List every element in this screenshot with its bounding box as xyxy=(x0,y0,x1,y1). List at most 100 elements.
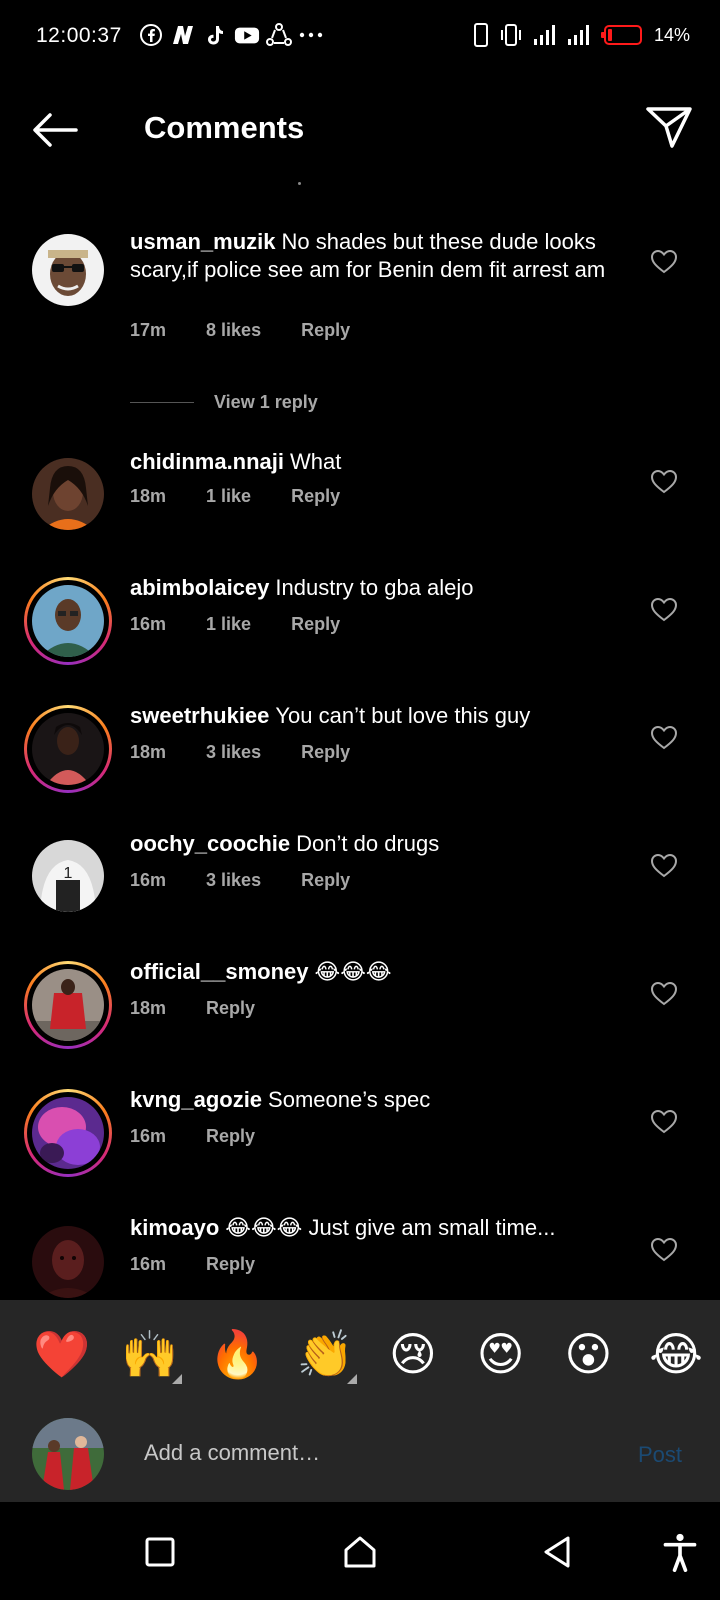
comment-username[interactable]: kvng_agozie xyxy=(130,1087,262,1112)
heart-icon[interactable] xyxy=(650,724,678,752)
reply-button[interactable]: Reply xyxy=(291,486,340,507)
my-avatar xyxy=(32,1418,104,1490)
comment-input-row: Post xyxy=(0,1408,720,1502)
comment-username[interactable]: chidinma.nnaji xyxy=(130,449,284,474)
avatar[interactable] xyxy=(24,705,112,793)
comment-likes[interactable]: 8 likes xyxy=(206,320,261,341)
arrow-left-icon xyxy=(33,113,78,147)
comment-username[interactable]: abimbolaicey xyxy=(130,575,269,600)
reply-button[interactable]: Reply xyxy=(301,742,350,763)
comment-content: 😂😂😂 xyxy=(314,959,392,984)
comment-meta: 18m 3 likes Reply xyxy=(130,742,390,763)
heart-icon[interactable] xyxy=(650,1236,678,1264)
comment-text: oochy_coochie Don’t do drugs xyxy=(130,830,610,858)
svg-text:1: 1 xyxy=(64,865,73,882)
avatar[interactable]: 1 xyxy=(24,832,112,920)
sync-icon xyxy=(266,22,292,48)
facebook-icon xyxy=(138,22,164,48)
emoji-clap-button[interactable]: 👏 xyxy=(281,1324,369,1384)
home-icon[interactable] xyxy=(340,1532,380,1572)
comment-likes[interactable]: 1 like xyxy=(206,486,251,507)
comment-username[interactable]: oochy_coochie xyxy=(130,831,290,856)
comment-input[interactable] xyxy=(144,1428,604,1478)
avatar[interactable] xyxy=(24,1218,112,1306)
heart-icon[interactable] xyxy=(650,468,678,496)
avatar[interactable] xyxy=(24,961,112,1049)
comment-text: abimbolaicey Industry to gba alejo xyxy=(130,574,610,602)
comment-username[interactable]: official__smoney xyxy=(130,959,309,984)
avatar[interactable] xyxy=(24,577,112,665)
avatar[interactable] xyxy=(24,1089,112,1177)
heart-icon[interactable] xyxy=(650,248,678,276)
n-app-icon xyxy=(170,22,196,48)
comment-content: You can’t but love this guy xyxy=(275,703,531,728)
emoji-heart-button[interactable]: ❤️ xyxy=(18,1324,106,1384)
status-right: 14% xyxy=(472,22,690,48)
system-nav-bar xyxy=(0,1502,720,1600)
reply-button[interactable]: Reply xyxy=(291,614,340,635)
comment-time: 16m xyxy=(130,1126,167,1146)
comment-text: official__smoney 😂😂😂 xyxy=(130,958,610,986)
view-replies-button[interactable]: View 1 reply xyxy=(130,392,318,413)
more-dots-icon xyxy=(298,22,324,48)
comment-username[interactable]: sweetrhukiee xyxy=(130,703,269,728)
emoji-crying-button[interactable]: 😢 xyxy=(369,1324,457,1384)
reply-button[interactable]: Reply xyxy=(301,320,350,341)
comment-meta: 16m 1 like Reply xyxy=(130,614,380,635)
emoji-laughing-button[interactable]: 😂 xyxy=(632,1324,720,1384)
tiktok-icon xyxy=(202,22,228,48)
emoji-heart-eyes-button[interactable]: 😍 xyxy=(457,1324,545,1384)
avatar[interactable] xyxy=(24,450,112,538)
scroll-indicator xyxy=(298,182,301,185)
paper-plane-icon xyxy=(646,107,692,148)
comment-likes[interactable]: 3 likes xyxy=(206,870,261,891)
comment-composer-panel: ❤️ 🙌 🔥 👏 😢 😍 😮 😂 Post xyxy=(0,1300,720,1502)
reply-button[interactable]: Reply xyxy=(301,870,350,891)
emoji-surprised-button[interactable]: 😮 xyxy=(545,1324,633,1384)
comment-username[interactable]: kimoayo xyxy=(130,1215,219,1240)
comment-meta: 18m 1 like Reply xyxy=(130,486,380,507)
comment-content: 😂😂😂 Just give am small time... xyxy=(225,1215,556,1240)
heart-icon[interactable] xyxy=(650,1108,678,1136)
avatar[interactable] xyxy=(24,226,112,314)
comment-text: kvng_agozie Someone’s spec xyxy=(130,1086,610,1114)
comment-likes[interactable]: 1 like xyxy=(206,614,251,635)
battery-icon xyxy=(600,25,642,45)
comment-time: 18m xyxy=(130,486,167,506)
heart-icon[interactable] xyxy=(650,852,678,880)
page-title: Comments xyxy=(144,110,305,145)
comment-time: 16m xyxy=(130,614,167,634)
skin-tone-indicator xyxy=(171,1374,182,1384)
reply-button[interactable]: Reply xyxy=(206,1126,255,1147)
comment-time: 17m xyxy=(130,320,167,340)
reply-button[interactable]: Reply xyxy=(206,998,255,1019)
youtube-icon xyxy=(234,22,260,48)
comment-content: Someone’s spec xyxy=(268,1087,431,1112)
comment-content: What xyxy=(290,449,342,474)
view-replies-label: View 1 reply xyxy=(214,392,318,412)
comment-text: sweetrhukiee You can’t but love this guy xyxy=(130,702,610,730)
comments-header: Comments xyxy=(0,90,720,170)
emoji-raised-hands-button[interactable]: 🙌 xyxy=(106,1324,194,1384)
back-icon[interactable] xyxy=(538,1532,578,1572)
screen-icon xyxy=(473,23,488,47)
reply-button[interactable]: Reply xyxy=(206,1254,255,1275)
post-button[interactable]: Post xyxy=(638,1442,682,1468)
emoji-fire-button[interactable]: 🔥 xyxy=(194,1324,282,1384)
status-time: 12:00:37 xyxy=(36,24,122,47)
vibrate-icon xyxy=(500,24,521,46)
comment-content: Don’t do drugs xyxy=(296,831,440,856)
comment-likes[interactable]: 3 likes xyxy=(206,742,261,763)
back-button[interactable] xyxy=(30,110,80,150)
comment-text: usman_muzik No shades but these dude look… xyxy=(130,228,610,284)
comment-meta: 18m Reply xyxy=(130,998,295,1019)
comment-username[interactable]: usman_muzik xyxy=(130,229,276,254)
accessibility-icon[interactable] xyxy=(660,1532,700,1572)
heart-icon[interactable] xyxy=(650,980,678,1008)
comment-meta: 16m Reply xyxy=(130,1126,295,1147)
share-button[interactable] xyxy=(644,104,694,150)
recents-icon[interactable] xyxy=(140,1532,180,1572)
status-bar: 12:00:37 14% xyxy=(0,0,720,72)
comment-time: 18m xyxy=(130,998,167,1018)
heart-icon[interactable] xyxy=(650,596,678,624)
